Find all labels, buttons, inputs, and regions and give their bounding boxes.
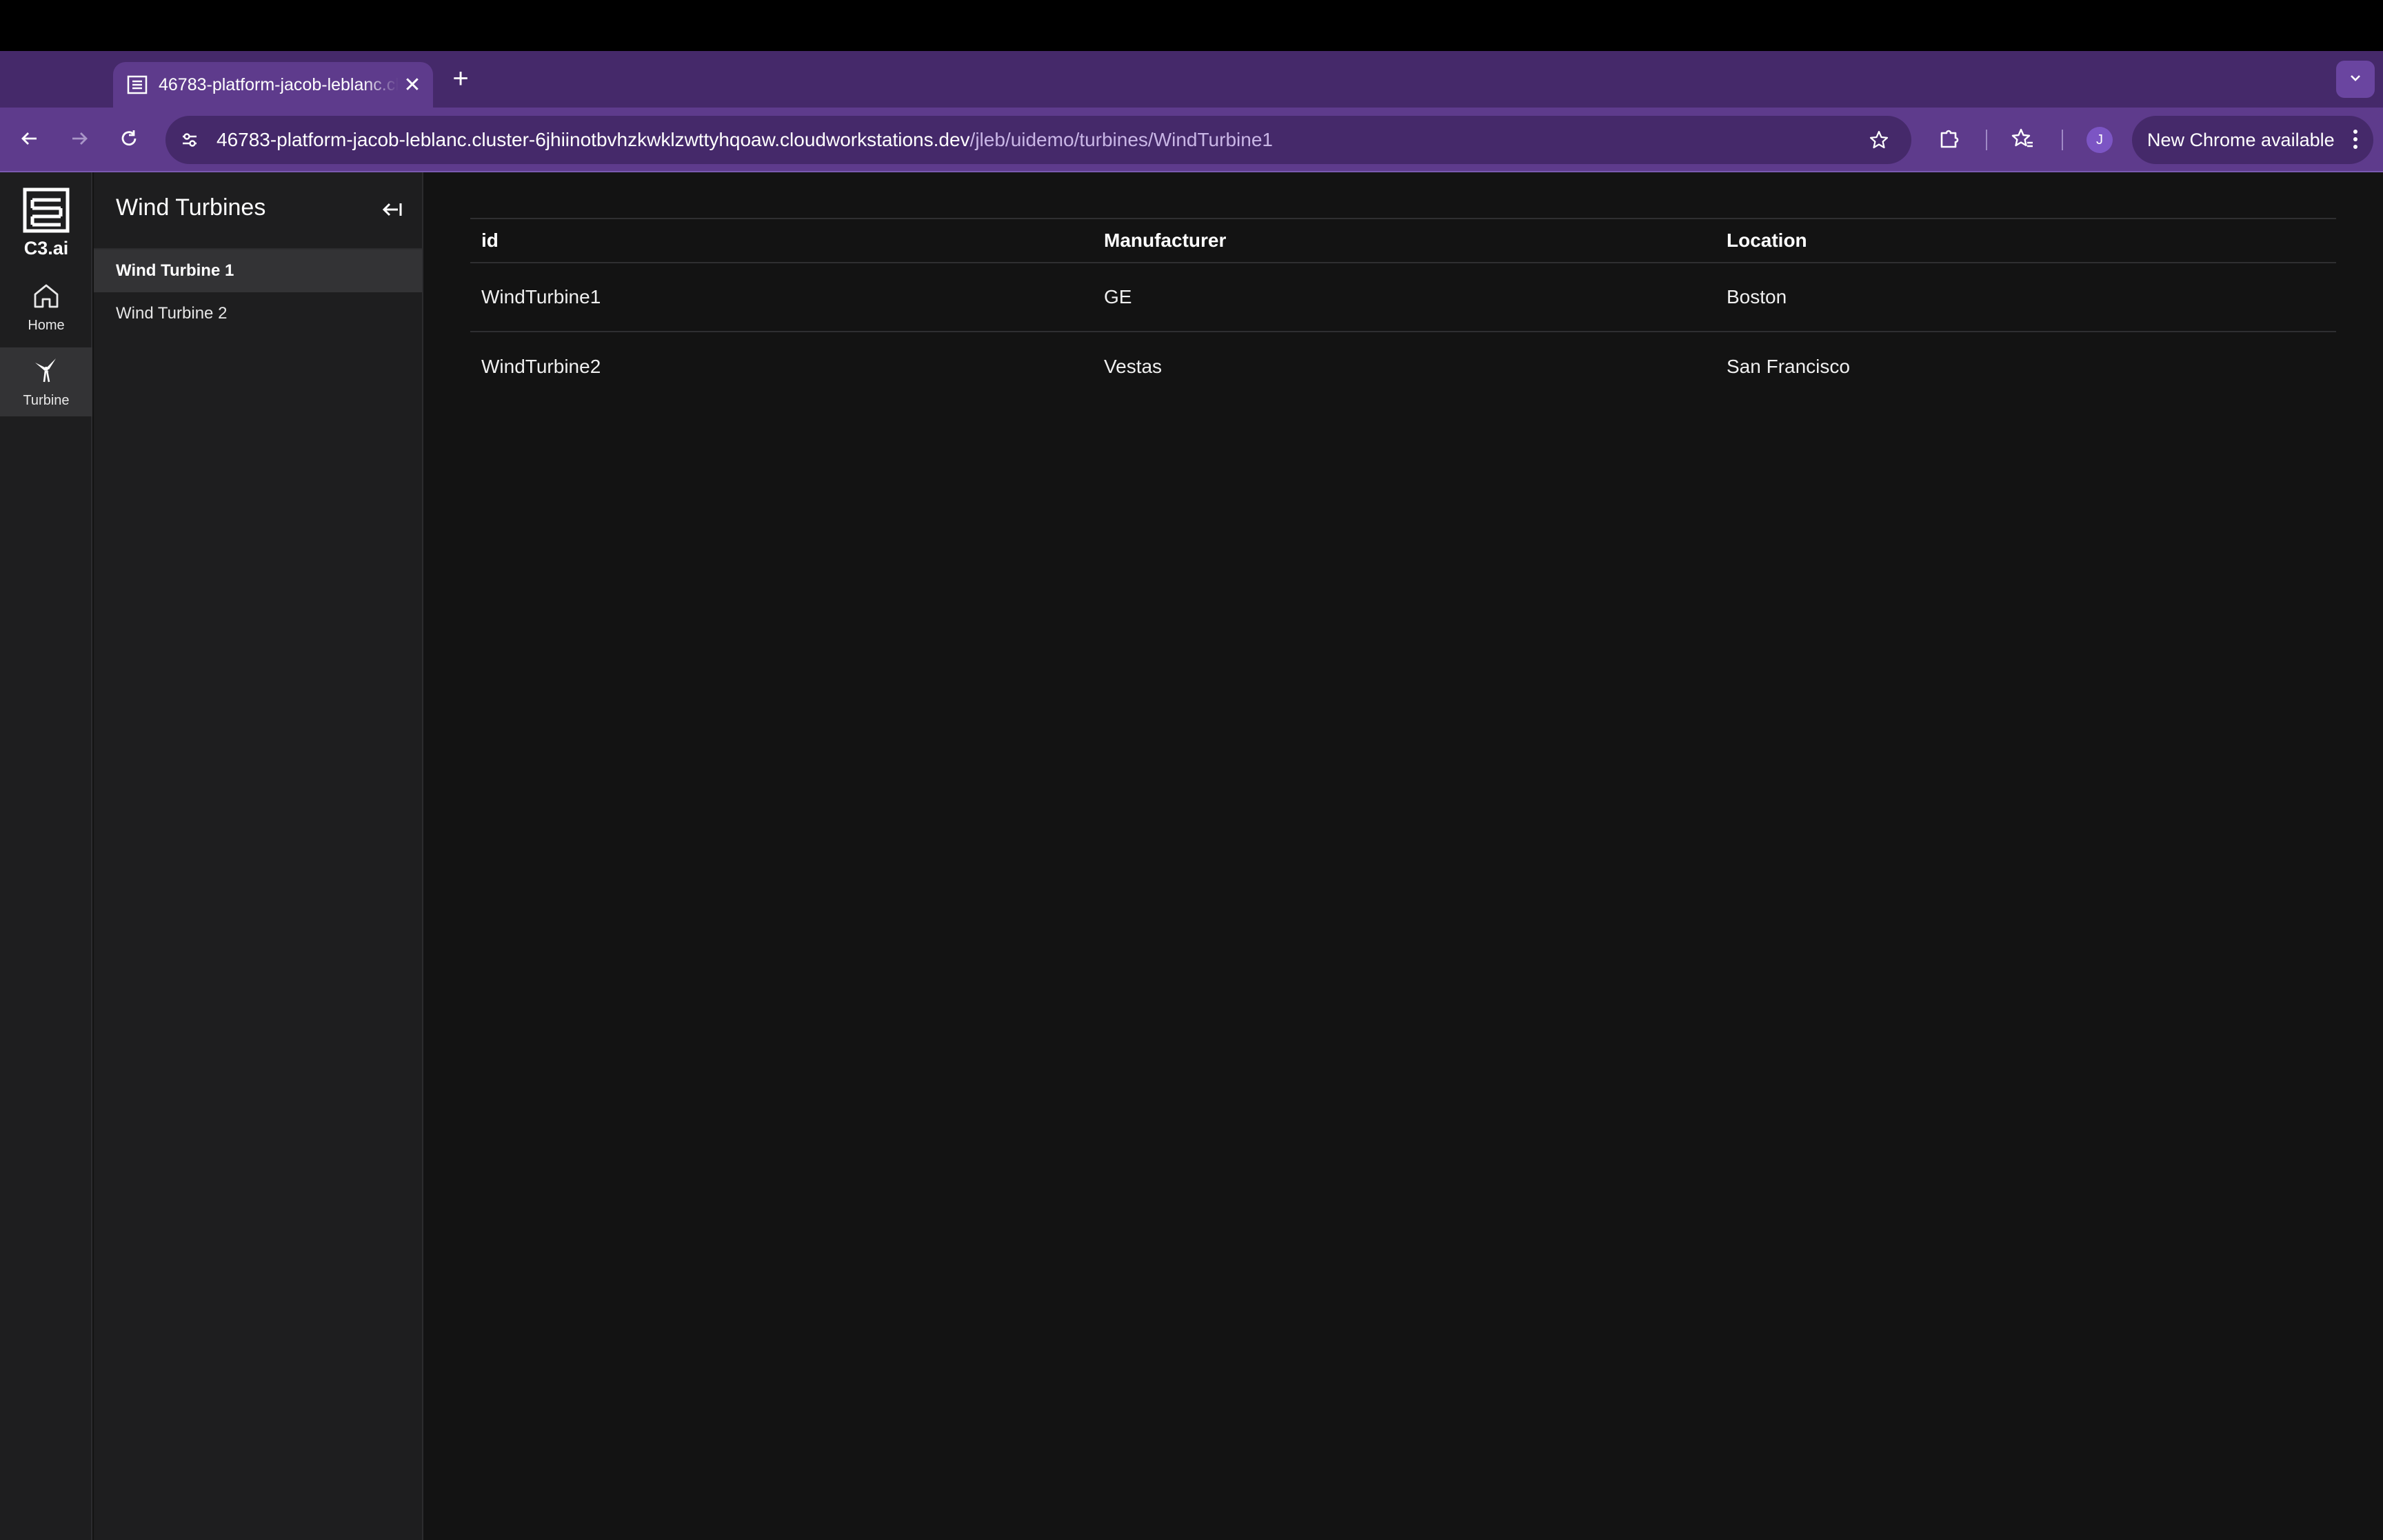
extensions-button[interactable]: [1932, 123, 1967, 157]
profile-avatar[interactable]: J: [2087, 127, 2113, 153]
home-icon: [31, 282, 61, 314]
left-rail: C3.ai Home Turbine: [0, 172, 92, 1540]
table-row[interactable]: WindTurbine1 GE Boston: [470, 263, 2336, 332]
url-host: 46783-platform-jacob-leblanc.cluster-6jh…: [217, 129, 970, 150]
turbines-table: id Manufacturer Location WindTurbine1 GE…: [470, 218, 2336, 401]
rail-item-turbine[interactable]: Turbine: [0, 347, 92, 416]
cell-location: Boston: [1716, 263, 2336, 332]
c3-logo[interactable]: C3.ai: [0, 188, 92, 259]
site-info-icon[interactable]: [172, 123, 207, 157]
rail-item-label: Home: [28, 317, 65, 333]
cell-manufacturer: Vestas: [1104, 355, 1163, 377]
app-container: C3.ai Home Turbine Wind Turbines Wind Tu…: [0, 172, 2383, 1540]
chevron-down-icon: [2347, 70, 2364, 90]
collapse-sidenav-button[interactable]: [375, 196, 410, 226]
sidenav-item-wind-turbine-1[interactable]: Wind Turbine 1: [94, 250, 422, 292]
rail-item-home[interactable]: Home: [0, 273, 92, 342]
sidenav: Wind Turbines Wind Turbine 1 Wind Turbin…: [94, 172, 423, 1540]
main-content: id Manufacturer Location WindTurbine1 GE…: [470, 218, 2336, 401]
sidenav-list: Wind Turbine 1 Wind Turbine 2: [94, 248, 422, 335]
puzzle-icon: [1938, 127, 1961, 154]
arrow-left-icon: [19, 128, 40, 152]
table-row[interactable]: WindTurbine2 Vestas San Francisco: [470, 332, 2336, 401]
toolbar-divider: [2062, 130, 2063, 150]
toolbar-divider: [1986, 130, 1987, 150]
back-button[interactable]: [12, 123, 47, 157]
bookmark-star-icon[interactable]: [1862, 123, 1896, 157]
column-header-id[interactable]: id: [470, 219, 1093, 263]
bookmarks-button[interactable]: [2005, 123, 2040, 157]
more-vert-icon: [2351, 128, 2360, 156]
reload-button[interactable]: [112, 123, 146, 157]
new-tab-button[interactable]: +: [447, 63, 474, 94]
logo-text: C3.ai: [23, 238, 69, 259]
tab-search-button[interactable]: [2336, 61, 2375, 98]
table-header-row: id Manufacturer Location: [470, 219, 2336, 263]
tab-title: 46783-platform-jacob-leblanc.cluster-6jh…: [159, 74, 399, 94]
rail-item-label: Turbine: [23, 392, 70, 408]
turbine-icon: [31, 356, 61, 389]
cell-id: WindTurbine1: [470, 263, 1093, 332]
forward-button[interactable]: [62, 123, 97, 157]
tab-strip: 46783-platform-jacob-leblanc.cluster-6jh…: [0, 51, 2383, 108]
star-list-icon: [2011, 127, 2034, 154]
update-label: New Chrome available: [2147, 129, 2335, 150]
sidenav-item-wind-turbine-2[interactable]: Wind Turbine 2: [94, 292, 422, 335]
collapse-left-icon: [382, 201, 403, 222]
browser-tab[interactable]: 46783-platform-jacob-leblanc.cluster-6jh…: [113, 62, 433, 108]
reload-icon: [119, 128, 139, 152]
c3-logo-icon: [23, 188, 70, 236]
arrow-right-icon: [69, 128, 90, 152]
column-header-manufacturer[interactable]: Manufacturer: [1093, 219, 1716, 263]
cell-manufacturer: GE: [1093, 263, 1716, 332]
chrome-update-button[interactable]: New Chrome available: [2132, 116, 2373, 164]
top-bar: [0, 0, 2383, 51]
tab-close-icon[interactable]: ✕: [399, 71, 426, 99]
cell-id: WindTurbine2: [481, 355, 601, 377]
url-path: /jleb/uidemo/turbines/WindTurbine1: [969, 129, 1273, 150]
address-bar[interactable]: 46783-platform-jacob-leblanc.cluster-6jh…: [165, 116, 1911, 164]
c3-favicon-icon: [125, 73, 149, 97]
url-text: 46783-platform-jacob-leblanc.cluster-6jh…: [217, 129, 1273, 151]
browser-toolbar: 46783-platform-jacob-leblanc.cluster-6jh…: [0, 108, 2383, 172]
cell-location: San Francisco: [1727, 355, 1850, 377]
sidenav-title: Wind Turbines: [116, 194, 266, 221]
column-header-location[interactable]: Location: [1716, 219, 2336, 263]
